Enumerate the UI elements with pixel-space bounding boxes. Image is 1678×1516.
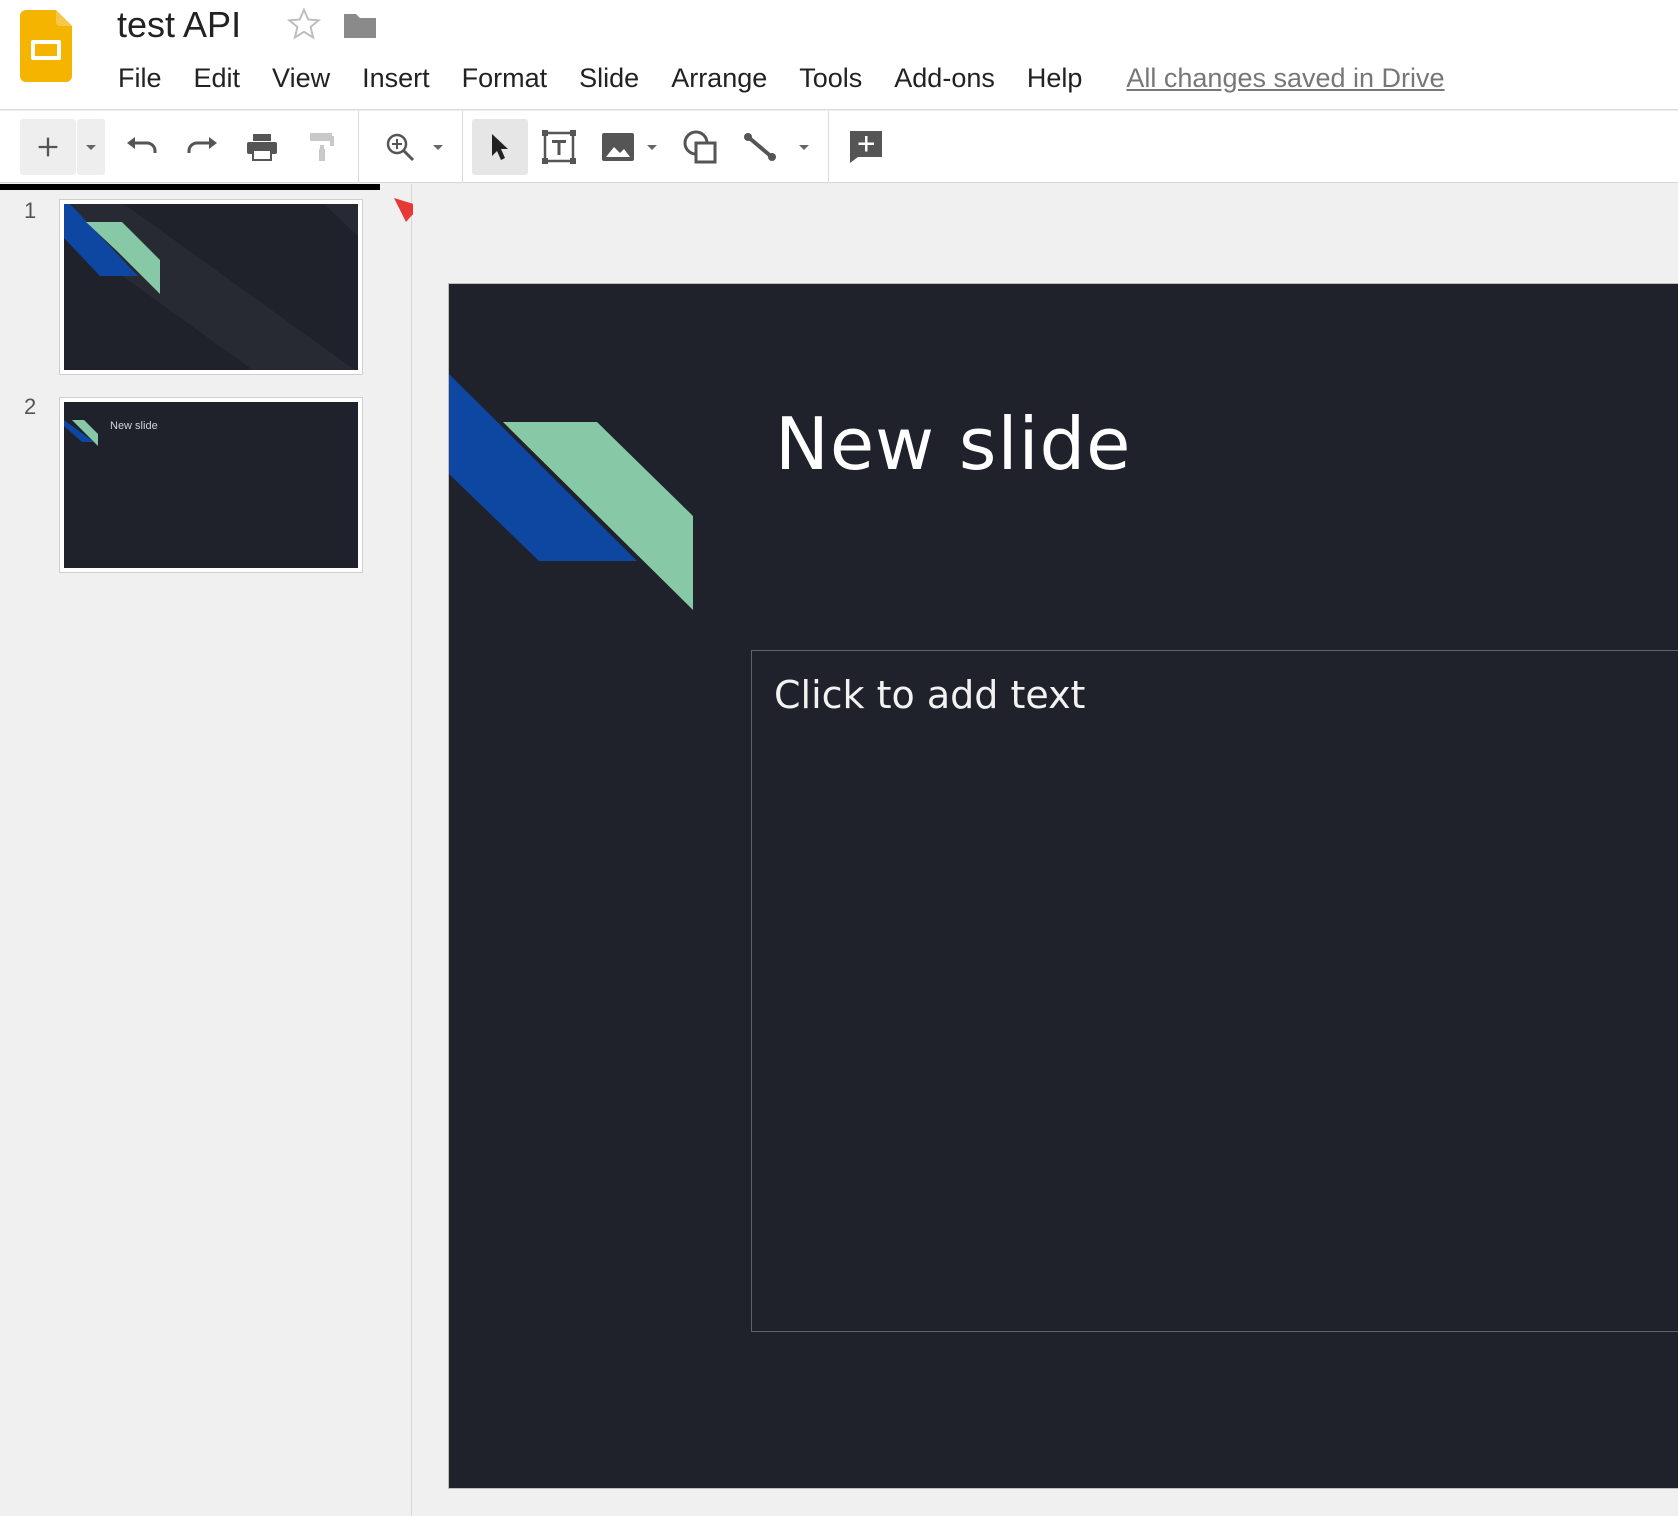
body-placeholder[interactable]: Click to add text [751, 650, 1678, 1332]
slide-canvas-area: New slide Click to add text [413, 184, 1678, 1516]
slide-drop-indicator [0, 184, 380, 190]
add-comment-icon [850, 131, 882, 163]
chevron-down-icon [647, 145, 657, 150]
star-icon[interactable] [286, 6, 322, 42]
menu-file[interactable]: File [118, 58, 162, 98]
image-dropdown[interactable] [640, 119, 664, 175]
menu-edit[interactable]: Edit [194, 58, 241, 98]
new-slide-dropdown[interactable] [77, 119, 105, 175]
undo-button[interactable] [118, 119, 166, 175]
chevron-down-icon [433, 145, 443, 150]
new-slide-button[interactable] [20, 119, 76, 175]
menu-format[interactable]: Format [462, 58, 548, 98]
menu-arrange[interactable]: Arrange [671, 58, 767, 98]
zoom-button[interactable] [376, 119, 424, 175]
folder-icon[interactable] [342, 10, 378, 40]
thumbnail-graphic [64, 420, 98, 446]
save-status-link[interactable]: All changes saved in Drive [1126, 58, 1444, 98]
thumbnail-title: New slide [110, 420, 158, 432]
header: test API File Edit View Insert Format Sl… [0, 0, 1678, 110]
add-comment-button[interactable] [842, 119, 890, 175]
print-button[interactable] [238, 119, 286, 175]
paint-format-icon [310, 133, 334, 161]
menu-slide[interactable]: Slide [579, 58, 639, 98]
body-placeholder-text: Click to add text [774, 673, 1086, 717]
thumbnail-graphic [64, 204, 358, 370]
plus-icon [38, 137, 58, 157]
print-icon [247, 134, 277, 161]
slide-decoration [449, 374, 693, 610]
line-dropdown[interactable] [792, 119, 816, 175]
slide-canvas[interactable]: New slide Click to add text [449, 284, 1678, 1488]
image-icon [602, 133, 634, 161]
toolbar-separator [828, 111, 829, 183]
redo-icon [187, 137, 217, 153]
slides-logo-icon[interactable] [20, 10, 72, 82]
menu-insert[interactable]: Insert [362, 58, 430, 98]
slide-number: 1 [24, 198, 37, 223]
chevron-down-icon [799, 145, 809, 150]
menu-tools[interactable]: Tools [799, 58, 862, 98]
text-box-button[interactable] [535, 119, 583, 175]
zoom-icon [386, 133, 415, 162]
menubar: File Edit View Insert Format Slide Arran… [118, 58, 1445, 98]
select-tool-button[interactable] [472, 119, 528, 175]
line-button[interactable] [736, 119, 784, 175]
paint-format-button[interactable] [298, 119, 346, 175]
slide-thumbnail-1[interactable] [60, 200, 362, 374]
menu-help[interactable]: Help [1027, 58, 1083, 98]
cursor-icon [492, 134, 508, 160]
shape-icon [683, 130, 717, 164]
text-box-icon [542, 130, 576, 164]
document-title[interactable]: test API [117, 4, 241, 46]
toolbar [0, 111, 1678, 183]
slide-thumbnail-2[interactable]: New slide [60, 398, 362, 572]
filmstrip: 1 2 New slide [0, 184, 412, 1516]
slide-number: 2 [24, 394, 37, 419]
slide-title[interactable]: New slide [775, 402, 1131, 486]
menu-addons[interactable]: Add-ons [894, 58, 995, 98]
undo-icon [127, 137, 157, 153]
redo-button[interactable] [178, 119, 226, 175]
shape-button[interactable] [676, 119, 724, 175]
zoom-dropdown[interactable] [426, 119, 450, 175]
chevron-down-icon [86, 145, 96, 150]
toolbar-separator [358, 111, 359, 183]
image-button[interactable] [596, 119, 640, 175]
menu-view[interactable]: View [272, 58, 330, 98]
line-icon [744, 133, 776, 161]
toolbar-separator [462, 111, 463, 183]
